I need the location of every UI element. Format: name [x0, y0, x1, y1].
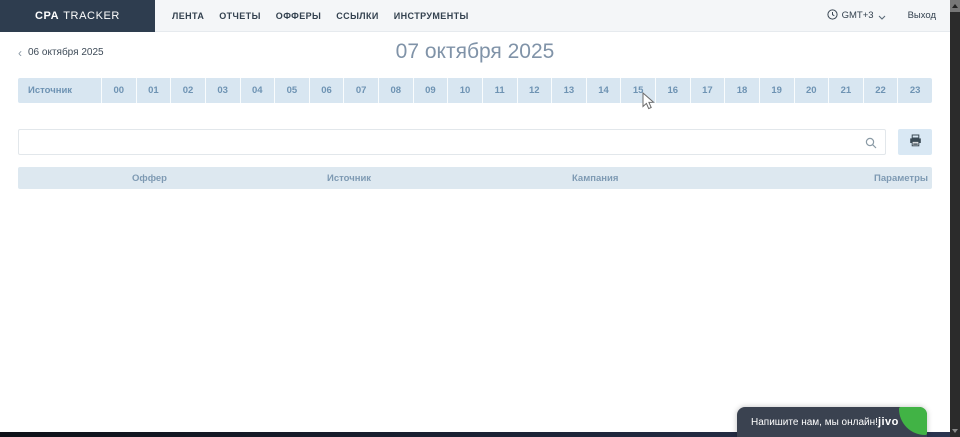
- scroll-down-button[interactable]: [950, 425, 960, 437]
- hour-cell[interactable]: 21: [828, 78, 863, 103]
- triangle-down-icon: [952, 429, 958, 433]
- search-input[interactable]: [18, 129, 886, 155]
- hour-cell[interactable]: 00: [101, 78, 136, 103]
- brand-bold: CPA: [35, 10, 59, 22]
- jivo-leaf-icon: [899, 407, 927, 435]
- chevron-down-icon: [878, 7, 886, 25]
- page-title: 07 октября 2025: [0, 40, 950, 64]
- top-navbar: CPA TRACKER ЛЕНТА ОТЧЕТЫ ОФФЕРЫ ССЫЛКИ ИНСТР…: [0, 0, 950, 32]
- chat-message: Напишите нам, мы онлайн!: [737, 417, 878, 428]
- hour-cell[interactable]: 17: [690, 78, 725, 103]
- menu-item[interactable]: ОТЧЕТЫ: [219, 11, 261, 21]
- timezone-label: GMT+3: [842, 10, 874, 21]
- vertical-scrollbar[interactable]: [950, 0, 960, 437]
- hour-cell[interactable]: 11: [482, 78, 517, 103]
- hour-cell[interactable]: 14: [586, 78, 621, 103]
- hour-cell[interactable]: 22: [863, 78, 898, 103]
- chevron-left-icon: ‹: [18, 48, 22, 58]
- hour-cell[interactable]: 16: [655, 78, 690, 103]
- search-wrap: [18, 129, 886, 155]
- main-menu: ЛЕНТА ОТЧЕТЫ ОФФЕРЫ ССЫЛКИ ИНСТРУМЕНТЫ: [172, 11, 469, 21]
- prev-day-label: 06 октября 2025: [28, 47, 104, 58]
- hour-cell[interactable]: 13: [551, 78, 586, 103]
- chat-widget[interactable]: Напишите нам, мы онлайн! jivo: [737, 407, 927, 437]
- hour-cell[interactable]: 10: [447, 78, 482, 103]
- logout-button[interactable]: Выход: [908, 10, 936, 21]
- table-col-offer: Оффер: [130, 173, 325, 184]
- hour-cell[interactable]: 03: [205, 78, 240, 103]
- hour-cell[interactable]: 07: [343, 78, 378, 103]
- brand-logo[interactable]: CPA TRACKER: [0, 0, 155, 32]
- menu-item[interactable]: ОФФЕРЫ: [276, 11, 321, 21]
- search-icon[interactable]: [865, 136, 877, 154]
- navbar-right: GMT+3 Выход: [827, 7, 936, 25]
- menu-item[interactable]: ЛЕНТА: [172, 11, 204, 21]
- hour-cell[interactable]: 04: [240, 78, 275, 103]
- hour-cell[interactable]: 18: [724, 78, 759, 103]
- scroll-up-button[interactable]: [950, 0, 960, 12]
- hour-cells: 0001020304050607080910111213141516171819…: [101, 78, 932, 103]
- hour-cell[interactable]: 05: [274, 78, 309, 103]
- brand-regular: TRACKER: [63, 10, 120, 22]
- clock-icon: [827, 7, 838, 25]
- page: CPA TRACKER ЛЕНТА ОТЧЕТЫ ОФФЕРЫ ССЫЛКИ ИНСТР…: [0, 0, 960, 437]
- hour-cell[interactable]: 02: [170, 78, 205, 103]
- hours-source-label: Источник: [18, 78, 101, 103]
- hour-cell[interactable]: 01: [136, 78, 171, 103]
- hour-cell[interactable]: 19: [759, 78, 794, 103]
- hour-cell[interactable]: 15: [620, 78, 655, 103]
- menu-item[interactable]: ССЫЛКИ: [336, 11, 379, 21]
- hour-cell[interactable]: 09: [413, 78, 448, 103]
- table-col-source: Источник: [325, 173, 570, 184]
- hour-cell[interactable]: 23: [897, 78, 932, 103]
- menu-item[interactable]: ИНСТРУМЕНТЫ: [394, 11, 469, 21]
- prev-day-link[interactable]: ‹ 06 октября 2025: [18, 47, 104, 58]
- hour-cell[interactable]: 12: [517, 78, 552, 103]
- printer-icon: [909, 134, 922, 150]
- table-col-params: Параметры: [870, 173, 932, 184]
- hour-cell[interactable]: 20: [794, 78, 829, 103]
- table-header-row: Оффер Источник Кампания Параметры: [18, 167, 932, 189]
- hours-header-row: Источник 0001020304050607080910111213141…: [18, 78, 932, 103]
- triangle-up-icon: [952, 4, 958, 8]
- timezone-selector[interactable]: GMT+3: [827, 7, 886, 25]
- hour-cell[interactable]: 08: [378, 78, 413, 103]
- hour-cell[interactable]: 06: [309, 78, 344, 103]
- table-col-campaign: Кампания: [570, 173, 870, 184]
- jivo-logo: jivo: [878, 416, 899, 428]
- print-button[interactable]: [898, 129, 932, 155]
